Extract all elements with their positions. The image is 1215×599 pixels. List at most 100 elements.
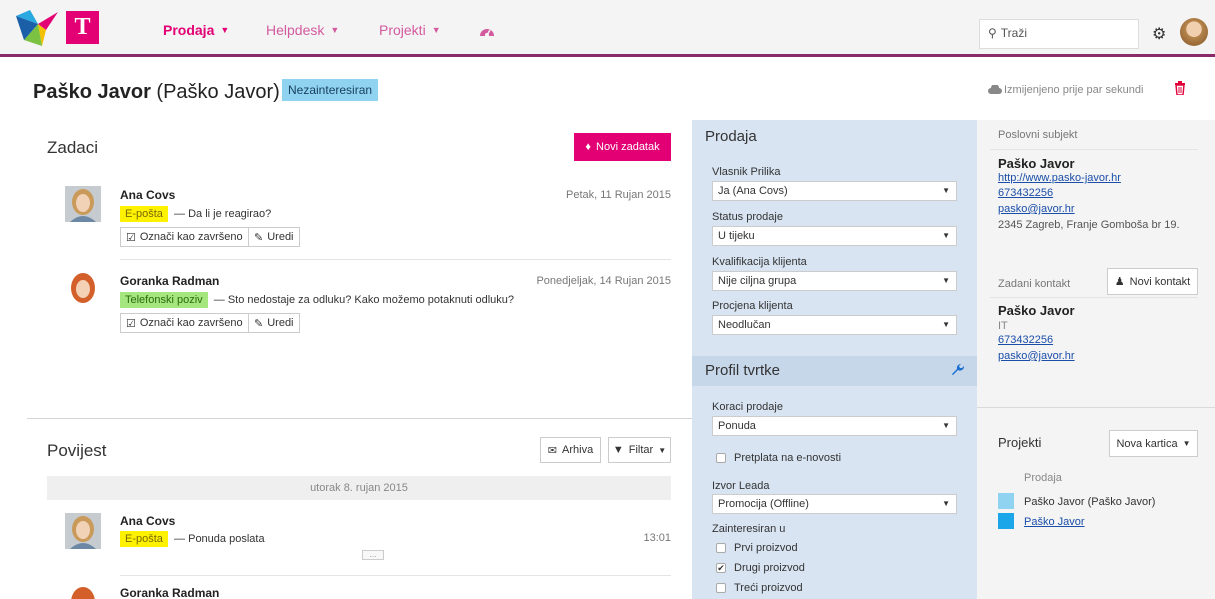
project-color-swatch: [998, 513, 1014, 529]
section-divider: [977, 407, 1215, 408]
qualification-select[interactable]: Nije ciljna grupa ▼: [712, 271, 957, 291]
contact-label: Zadani kontakt: [998, 278, 1071, 290]
history-date-divider: utorak 8. rujan 2015: [47, 476, 671, 500]
chevron-down-icon: ▼: [942, 499, 950, 508]
chevron-down-icon: ▼: [1182, 439, 1191, 448]
contact-email-link[interactable]: pasko@javor.hr: [998, 350, 1075, 362]
checkbox-checked-icon: ✔: [716, 563, 726, 573]
new-card-button[interactable]: Nova kartica ▼: [1109, 430, 1198, 457]
interest-checkbox-2[interactable]: ✔ Drugi proizvod: [716, 562, 805, 574]
checkbox-icon: ☑: [126, 317, 136, 330]
interest-checkbox-1[interactable]: Prvi proizvod: [716, 542, 798, 554]
page-title: Paško Javor (Paško Javor): [33, 81, 280, 103]
project-color-swatch: [998, 493, 1014, 509]
telekom-logo[interactable]: T: [66, 11, 99, 44]
user-avatar[interactable]: [1180, 18, 1208, 46]
search-icon: ⚲: [988, 26, 997, 40]
search-input[interactable]: ⚲ Traži: [979, 19, 1139, 49]
wrench-icon[interactable]: [951, 363, 965, 377]
modified-status: Izmijenjeno prije par sekundi: [1004, 84, 1144, 96]
top-nav-bar: T Prodaja ▼ Helpdesk ▼ Projekti ▼ ⚲ Traži ⚙: [0, 0, 1215, 57]
contact-phone-link[interactable]: 673432256: [998, 334, 1053, 346]
history-title: Povijest: [47, 441, 107, 460]
avatar: [65, 271, 101, 307]
mark-done-button[interactable]: ☑ Označi kao završeno: [120, 313, 249, 333]
field-label: Vlasnik Prilika: [712, 166, 781, 178]
chevron-down-icon: ▼: [330, 25, 340, 35]
status-badge[interactable]: Nezainteresiran: [282, 79, 379, 101]
chevron-down-icon: ▼: [942, 421, 950, 430]
app-logo-icon[interactable]: [16, 10, 58, 46]
profile-title: Profil tvrtke: [705, 362, 781, 379]
envelope-icon: ✉: [547, 444, 558, 457]
lead-source-select[interactable]: Promocija (Offline) ▼: [712, 494, 957, 514]
sales-title: Prodaja: [705, 128, 757, 145]
avatar: [65, 513, 101, 549]
cloud-upload-icon: [988, 85, 1002, 94]
newsletter-checkbox[interactable]: Pretplata na e-novosti: [716, 452, 841, 464]
edit-button[interactable]: ✎ Uredi: [248, 227, 300, 247]
company-label: Poslovni subjekt: [998, 129, 1078, 141]
project-item-link[interactable]: Paško Javor: [1024, 516, 1085, 528]
nav-prodaja[interactable]: Prodaja ▼: [163, 22, 229, 38]
mark-done-button[interactable]: ☑ Označi kao završeno: [120, 227, 249, 247]
chevron-down-icon: ▼: [431, 25, 441, 35]
field-label: Status prodaje: [712, 211, 783, 223]
divider: [990, 297, 1198, 298]
company-website-link[interactable]: http://www.pasko-javor.hr: [998, 172, 1121, 184]
dashboard-icon[interactable]: [479, 24, 495, 38]
assessment-select[interactable]: Neodlučan ▼: [712, 315, 957, 335]
trash-icon[interactable]: [1174, 81, 1186, 95]
new-task-button[interactable]: ♦ Novi zadatak: [574, 133, 671, 161]
history-time: 13:01: [643, 532, 671, 544]
gear-icon[interactable]: ⚙: [1152, 24, 1166, 44]
chevron-down-icon: ▼: [942, 320, 950, 329]
type-tag: E-pošta: [120, 206, 168, 222]
field-label: Izvor Leada: [712, 480, 770, 492]
task-description: E-pošta — Da li je reagirao?: [120, 206, 271, 222]
pencil-icon: ✎: [254, 231, 264, 244]
nav-helpdesk[interactable]: Helpdesk ▼: [266, 22, 339, 38]
divider: [120, 259, 671, 260]
task-assignee: Goranka Radman: [120, 274, 220, 288]
edit-button[interactable]: ✎ Uredi: [248, 313, 300, 333]
projects-title: Projekti: [998, 435, 1042, 450]
new-contact-button[interactable]: ♟ Novi kontakt: [1107, 268, 1198, 295]
task-date: Ponedjeljak, 14 Rujan 2015: [536, 275, 671, 287]
user-icon: ♟: [1114, 276, 1125, 288]
task-description: Telefonski poziv — Sto nedostaje za odlu…: [120, 292, 514, 308]
checkbox-icon: [716, 543, 726, 553]
owner-select[interactable]: Ja (Ana Covs) ▼: [712, 181, 957, 201]
pencil-icon: ✎: [254, 317, 264, 330]
task-assignee: Ana Covs: [120, 188, 176, 202]
interest-checkbox-3[interactable]: Treći proizvod: [716, 582, 803, 594]
archive-button[interactable]: ✉ Arhiva: [540, 437, 601, 463]
chevron-down-icon: ▼: [658, 445, 667, 455]
filter-icon: ▼: [612, 444, 624, 456]
contact-role: IT: [998, 320, 1008, 332]
history-author: Goranka Radman: [120, 586, 220, 599]
avatar: [65, 186, 101, 222]
section-divider: [27, 418, 692, 419]
company-email-link[interactable]: pasko@javor.hr: [998, 203, 1075, 215]
field-label: Procjena klijenta: [712, 300, 793, 312]
sales-steps-select[interactable]: Ponuda ▼: [712, 416, 957, 436]
field-label: Zainteresiran u: [712, 523, 786, 535]
type-tag: Telefonski poziv: [120, 292, 208, 308]
expand-button[interactable]: ...: [362, 550, 384, 560]
project-item[interactable]: Paško Javor (Paško Javor): [1024, 496, 1155, 508]
filter-button[interactable]: ▼ Filtar ▼: [608, 437, 671, 463]
sales-status-select[interactable]: U tijeku ▼: [712, 226, 957, 246]
chevron-down-icon: ▼: [942, 231, 950, 240]
divider: [990, 149, 1198, 150]
projects-group-label: Prodaja: [1024, 472, 1062, 484]
type-tag: E-pošta: [120, 531, 168, 547]
tasks-title: Zadaci: [47, 138, 99, 157]
task-date: Petak, 11 Rujan 2015: [566, 189, 671, 201]
avatar: [71, 587, 95, 599]
checkbox-icon: [716, 583, 726, 593]
chevron-down-icon: ▼: [220, 25, 230, 35]
company-phone-link[interactable]: 673432256: [998, 187, 1053, 199]
contact-name: Paško Javor: [998, 303, 1075, 318]
nav-projekti[interactable]: Projekti ▼: [379, 22, 441, 38]
